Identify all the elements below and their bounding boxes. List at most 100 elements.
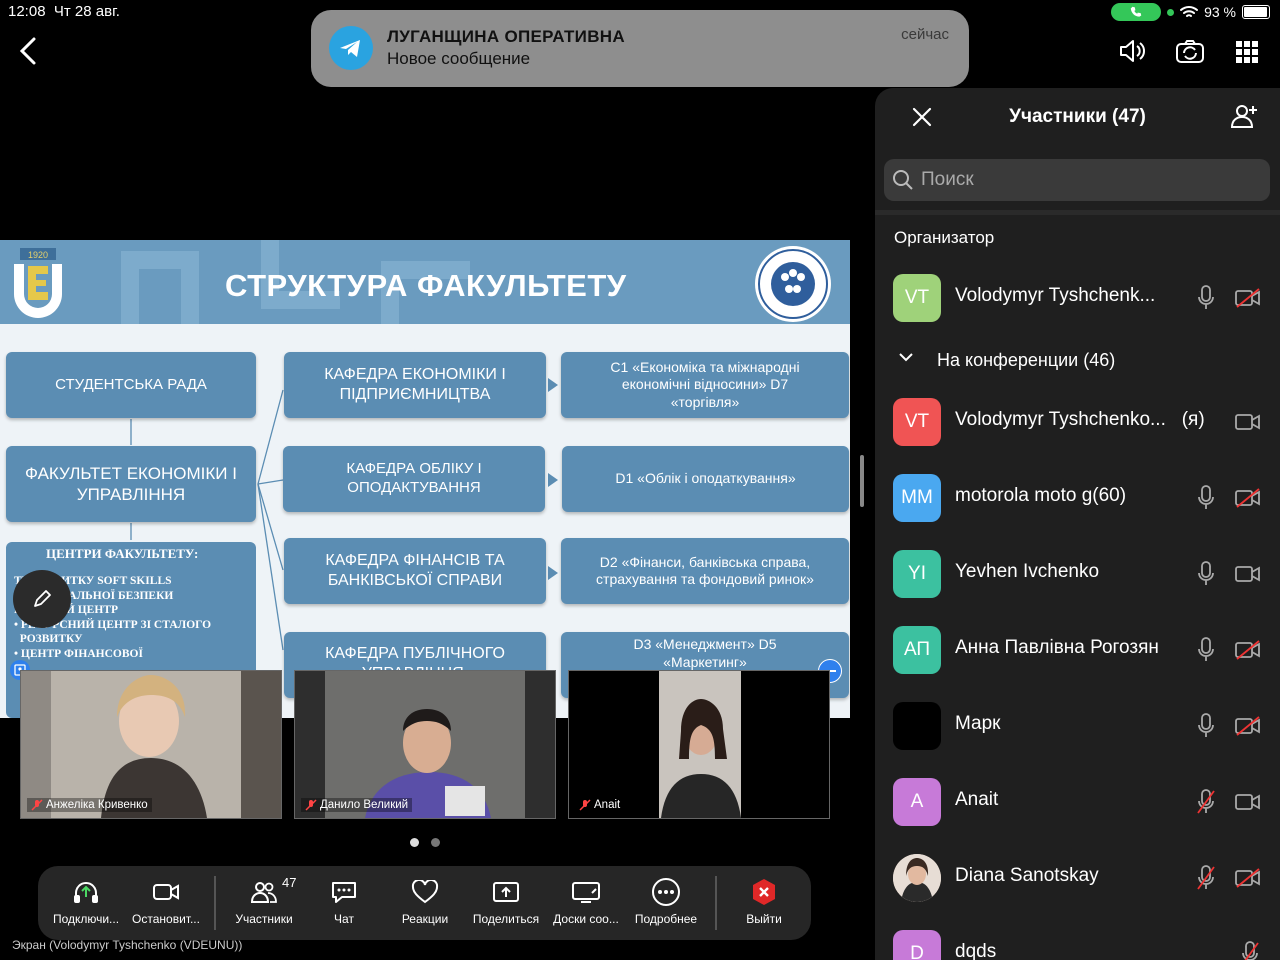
panel-resize-handle[interactable] <box>860 455 864 507</box>
video-tile[interactable]: Данило Великий <box>294 670 556 819</box>
camera-off-icon[interactable] <box>1235 716 1261 736</box>
participant-row[interactable]: D dqds <box>875 916 1280 960</box>
more-button[interactable]: Подробнее <box>626 866 706 940</box>
share-screen-icon <box>493 882 519 902</box>
centers-title: ЦЕНТРИ ФАКУЛЬТЕТУ: <box>46 546 199 561</box>
participant-name: Volodymyr Tyshchenko... (я) <box>955 409 1205 430</box>
participant-row[interactable]: Марк <box>875 688 1280 764</box>
video-tile[interactable]: Анжеліка Кривенко <box>20 670 282 819</box>
participant-row[interactable]: MM motorola moto g(60) <box>875 460 1280 536</box>
notification-banner[interactable]: ЛУГАНЩИНА ОПЕРАТИВНА Новое сообщение сей… <box>311 10 969 87</box>
video-feed-image <box>569 671 829 818</box>
participant-name: dqds <box>955 941 997 960</box>
leave-button[interactable]: Выйти <box>724 866 804 940</box>
annotate-pen-button[interactable] <box>13 570 71 628</box>
notification-title: ЛУГАНЩИНА ОПЕРАТИВНА <box>387 27 625 46</box>
mic-muted-icon <box>579 799 591 811</box>
avatar-photo <box>893 854 941 902</box>
participants-button[interactable]: Участники 47 <box>224 866 304 940</box>
page-dot[interactable] <box>431 838 440 847</box>
avatar <box>893 702 941 750</box>
camera-icon <box>153 884 179 900</box>
whiteboard-icon <box>572 882 600 903</box>
participant-name: Anait <box>955 789 999 810</box>
camera-off-icon[interactable] <box>1235 640 1261 660</box>
camera-icon[interactable] <box>1235 564 1261 584</box>
search-field[interactable]: Поиск <box>884 159 1270 201</box>
mic-icon[interactable] <box>1197 713 1215 739</box>
reactions-button[interactable]: Реакции <box>384 866 466 940</box>
status-time: 12:08 <box>8 3 46 20</box>
toolbar-divider <box>214 876 216 930</box>
connect-audio-button[interactable]: Подключи... <box>46 866 126 940</box>
participant-name: Diana Sanotskay <box>955 865 1099 886</box>
meeting-toolbar: Подключи... Остановит... Участники 47 Ча… <box>38 866 811 940</box>
telegram-icon <box>329 26 373 70</box>
department-box: КАФЕДРА ФІНАНСІВ ТА БАНКІВСЬКОЇ СПРАВИ <box>284 538 546 604</box>
specialty-box: С1 «Економіка та міжнародні економічні в… <box>561 352 849 418</box>
avatar: MM <box>893 474 941 522</box>
panel-title: Участники (47) <box>1009 106 1146 127</box>
participant-name: Марк <box>955 713 1001 734</box>
participant-row[interactable]: YI Yevhen Ivchenko <box>875 536 1280 612</box>
avatar: D <box>893 930 941 960</box>
avatar: YI <box>893 550 941 598</box>
video-name-label: Anait <box>575 798 625 812</box>
avatar: VT <box>893 398 941 446</box>
back-chevron-icon[interactable] <box>16 36 42 71</box>
participant-row[interactable]: VT Volodymyr Tyshchenko... (я) <box>875 384 1280 460</box>
camera-off-icon[interactable] <box>1235 868 1261 888</box>
mic-icon[interactable] <box>1197 285 1215 311</box>
leave-icon <box>753 879 775 905</box>
search-icon <box>893 170 913 190</box>
notification-message: Новое сообщение <box>387 49 531 68</box>
battery-percent: 93 % <box>1204 4 1236 20</box>
grid-view-icon[interactable] <box>1235 40 1259 69</box>
specialty-box: D2 «Фінанси, банківська справа, страхува… <box>561 538 849 604</box>
mic-muted-icon[interactable] <box>1197 789 1215 815</box>
video-feed-image <box>21 671 281 818</box>
student-council-box: СТУДЕНТСЬКА РАДА <box>6 352 256 418</box>
participant-name: Yevhen Ivchenko <box>955 561 1100 582</box>
participant-name: motorola moto g(60) <box>955 485 1127 506</box>
switch-camera-icon[interactable] <box>1175 38 1205 69</box>
status-time-date: 12:08 Чт 28 авг. <box>8 3 120 20</box>
participant-row[interactable]: Diana Sanotskay <box>875 840 1280 916</box>
department-box: КАФЕДРА ЕКОНОМІКИ І ПІДПРИЄМНИЦТВА <box>284 352 546 418</box>
camera-off-icon[interactable] <box>1235 488 1261 508</box>
status-date: Чт 28 авг. <box>53 3 120 20</box>
add-participant-icon[interactable] <box>1230 102 1258 135</box>
mic-muted-icon[interactable] <box>1197 865 1215 891</box>
participant-name: Volodymyr Tyshchenk... <box>955 285 1156 306</box>
speaker-icon[interactable] <box>1118 38 1146 69</box>
mic-muted-icon[interactable] <box>1241 941 1259 960</box>
mic-muted-icon <box>305 799 317 811</box>
battery-icon <box>1242 5 1270 19</box>
more-dots-icon <box>652 878 680 906</box>
participant-row[interactable]: A Anait <box>875 764 1280 840</box>
participant-row[interactable]: VT Volodymyr Tyshchenk... <box>875 260 1280 336</box>
participant-row[interactable]: АП Анна Павлівна Рогозян <box>875 612 1280 688</box>
pencil-icon <box>34 590 51 607</box>
organizer-section-label: Организатор <box>894 228 995 247</box>
specialty-box: D1 «Облік і оподаткування» <box>562 446 849 512</box>
mic-icon[interactable] <box>1197 637 1215 663</box>
camera-off-icon[interactable] <box>1235 288 1261 308</box>
chat-icon <box>332 882 356 903</box>
phone-call-icon[interactable] <box>1111 3 1162 21</box>
notification-time: сейчас <box>901 26 949 43</box>
video-tile[interactable]: Anait <box>568 670 830 819</box>
camera-icon[interactable] <box>1235 792 1261 812</box>
heart-icon <box>411 880 439 904</box>
mic-icon[interactable] <box>1197 485 1215 511</box>
mic-icon[interactable] <box>1197 561 1215 587</box>
video-name-label: Анжеліка Кривенко <box>27 798 152 812</box>
page-dot-active[interactable] <box>410 838 419 847</box>
chat-button[interactable]: Чат <box>304 866 384 940</box>
participant-name: Анна Павлівна Рогозян <box>955 637 1159 658</box>
stop-video-button[interactable]: Остановит... <box>126 866 206 940</box>
collapse-chevron-icon[interactable] <box>897 350 915 368</box>
whiteboards-button[interactable]: Доски соо... <box>546 866 626 940</box>
share-button[interactable]: Поделиться <box>466 866 546 940</box>
camera-icon[interactable] <box>1235 412 1261 432</box>
